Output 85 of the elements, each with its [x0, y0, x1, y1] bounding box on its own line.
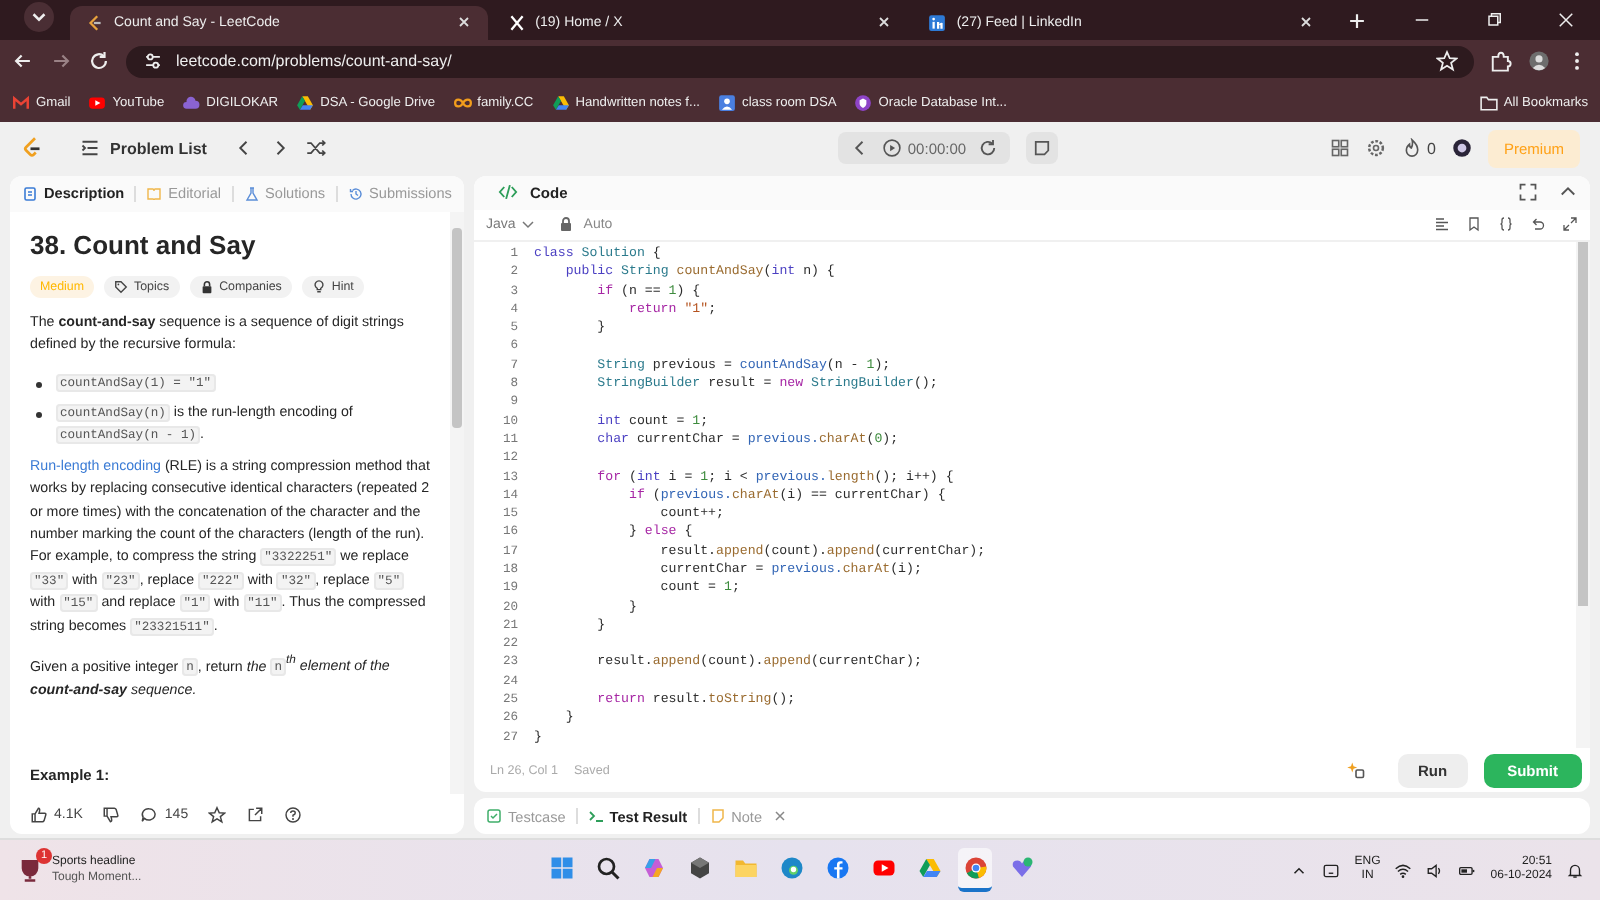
bullet-dot — [36, 412, 42, 419]
close-icon[interactable] — [1298, 14, 1315, 31]
drive-icon — [551, 93, 570, 112]
book-icon — [146, 185, 163, 202]
scrollbar[interactable] — [450, 211, 464, 795]
checkbox-icon — [486, 808, 502, 825]
star-icon[interactable] — [208, 805, 227, 824]
chevron-down-icon[interactable] — [24, 1, 54, 32]
person-icon — [718, 93, 737, 112]
flame-icon[interactable] — [1401, 138, 1422, 159]
mail-icon — [12, 93, 30, 112]
leetcode-logo-icon — [86, 13, 104, 32]
puzzle-piece-icon[interactable] — [1490, 50, 1512, 73]
forward-arrow-icon[interactable] — [50, 50, 72, 73]
settings-icon[interactable] — [1365, 138, 1386, 159]
folder-icon — [1479, 93, 1498, 112]
youtube-icon[interactable] — [871, 856, 895, 881]
sparkle-icon[interactable] — [1345, 760, 1366, 781]
tag-icon — [114, 279, 129, 294]
avatar-icon[interactable] — [1451, 138, 1472, 159]
problem-list-button[interactable]: Problem List — [80, 138, 207, 159]
close-icon[interactable] — [1556, 9, 1577, 30]
thumbs-down-icon[interactable] — [102, 805, 121, 824]
shuffle-icon[interactable] — [306, 138, 327, 159]
edge-browser-icon[interactable] — [779, 856, 803, 881]
infinity-icon — [453, 93, 472, 112]
restore-icon[interactable] — [1484, 9, 1505, 30]
copilot-icon[interactable] — [641, 856, 665, 881]
leetcode-logo-icon[interactable] — [20, 136, 44, 161]
address-bar[interactable]: leetcode.com/problems/count-and-say/ — [126, 45, 1474, 78]
streak-count: 0 — [1427, 139, 1436, 158]
note-icon[interactable] — [1026, 132, 1059, 165]
shield-icon — [854, 93, 873, 112]
new-tab-plus-icon[interactable] — [1346, 9, 1369, 32]
share-icon[interactable] — [246, 805, 265, 824]
bullet-dot — [36, 381, 42, 388]
flask-icon — [243, 185, 260, 202]
cube-icon[interactable] — [687, 856, 711, 881]
terminal-icon — [587, 808, 604, 825]
braces-icon[interactable] — [1498, 216, 1514, 233]
battery-icon[interactable] — [1458, 861, 1477, 880]
wifi-icon[interactable] — [1394, 861, 1413, 880]
scrollbar[interactable] — [1576, 241, 1590, 749]
align-lines-icon[interactable] — [1434, 216, 1450, 233]
lock-icon — [199, 279, 214, 294]
speaker-icon[interactable] — [1426, 861, 1445, 880]
help-icon[interactable] — [284, 805, 303, 824]
site-info-icon[interactable] — [142, 50, 164, 73]
drive-icon[interactable] — [917, 856, 941, 881]
list-icon — [80, 138, 100, 159]
fullscreen-icon[interactable] — [1518, 182, 1538, 203]
search-icon[interactable] — [595, 856, 619, 881]
x-logo-icon — [507, 13, 526, 32]
chrome-icon[interactable] — [963, 856, 987, 881]
play-icon — [881, 138, 902, 159]
lock-icon — [557, 216, 574, 233]
chevron-down-icon — [519, 216, 536, 233]
reload-icon[interactable] — [88, 50, 110, 73]
history-icon — [347, 185, 364, 202]
thumbs-up-icon — [30, 805, 48, 824]
drive-icon — [296, 93, 315, 112]
play-icon — [88, 93, 107, 112]
code-brackets-icon — [498, 182, 518, 203]
undo-icon[interactable] — [1530, 216, 1546, 233]
bell-icon[interactable] — [1566, 861, 1584, 880]
comment-icon — [140, 805, 159, 824]
close-icon[interactable] — [876, 14, 893, 31]
heart-check-icon[interactable] — [1009, 856, 1033, 881]
lightbulb-icon — [311, 279, 326, 294]
expand-icon[interactable] — [1562, 216, 1578, 233]
document-icon — [22, 185, 38, 202]
back-arrow-icon[interactable] — [12, 50, 34, 73]
note-icon — [709, 808, 726, 825]
profile-avatar-icon[interactable] — [1528, 50, 1550, 73]
facebook-icon[interactable] — [825, 856, 849, 881]
problem-title: 38. Count and Say — [30, 231, 258, 260]
bookmark-icon[interactable] — [1466, 216, 1482, 233]
close-icon[interactable] — [455, 14, 472, 31]
linkedin-logo-icon — [928, 13, 947, 32]
windows-start-icon[interactable] — [549, 856, 573, 881]
trophy-icon — [16, 856, 44, 885]
tablet-icon[interactable] — [1322, 861, 1341, 880]
layout-grid-icon[interactable] — [1329, 138, 1350, 159]
reset-icon[interactable] — [978, 138, 999, 159]
cloud-icon — [182, 93, 201, 112]
